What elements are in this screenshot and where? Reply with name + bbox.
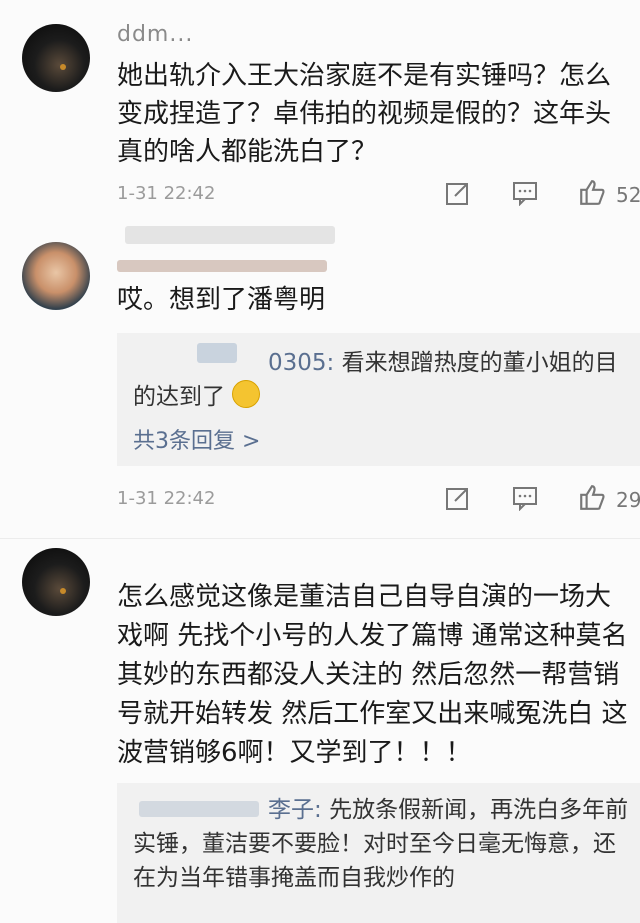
more-replies-link[interactable]: 共3条回复 > (133, 423, 260, 455)
reply-name[interactable]: 李子: (268, 797, 322, 823)
reply-text: 李子: 先放条假新闻，再洗白多年前实锤，董洁要不要脸！对时至今日毫无悔意，还在为… (133, 793, 632, 895)
reply-text: 0305: 看来想蹭热度的董小姐的目的达到了 (133, 346, 632, 414)
username[interactable]: ddm... (117, 22, 193, 47)
comment-time: 1-31 22:42 (117, 183, 216, 204)
reply-body: 看来想蹭热度的董小姐的目的达到了 (133, 350, 618, 410)
comment-1: ddm... 她出轨介入王大治家庭不是有实锤吗？怎么变成捏造了？卓伟拍的视频是假… (0, 0, 640, 225)
redacted-username (117, 260, 327, 272)
reply-name[interactable]: 0305: (268, 350, 334, 376)
avatar[interactable] (22, 548, 90, 616)
share-icon[interactable] (445, 485, 471, 511)
comment-time: 1-31 22:42 (117, 488, 216, 509)
comment-text: 怎么感觉这像是董洁自己自导自演的一场大戏啊 先找个小号的人发了篇博 通常这种莫名… (117, 582, 628, 768)
reply-box[interactable]: 李子: 先放条假新闻，再洗白多年前实锤，董洁要不要脸！对时至今日毫无悔意，还在为… (117, 783, 640, 923)
smile-emoji-icon (232, 380, 261, 408)
like-count: 52 (616, 183, 640, 207)
avatar[interactable] (22, 242, 90, 310)
comment-icon[interactable] (512, 180, 538, 206)
share-icon[interactable] (445, 180, 471, 206)
thumbs-up-icon[interactable] (578, 483, 606, 511)
divider (0, 538, 640, 539)
like-count: 29 (616, 488, 640, 512)
comment-text: 哎。想到了潘粤明 (117, 285, 326, 315)
reply-box[interactable]: 0305: 看来想蹭热度的董小姐的目的达到了 共3条回复 > (117, 333, 640, 466)
comment-text: 她出轨介入王大治家庭不是有实锤吗？怎么变成捏造了？卓伟拍的视频是假的？这年头真的… (117, 61, 612, 167)
comment-icon[interactable] (512, 485, 538, 511)
thumbs-up-icon[interactable] (578, 178, 606, 206)
avatar[interactable] (22, 24, 90, 92)
comment-2: 哎。想到了潘粤明 0305: 看来想蹭热度的董小姐的目的达到了 共3条回复 > … (0, 225, 640, 525)
reply-body: 先放条假新闻，再洗白多年前实锤，董洁要不要脸！对时至今日毫无悔意，还在为当年错事… (133, 797, 629, 891)
comment-3: 怎么感觉这像是董洁自己自导自演的一场大戏啊 先找个小号的人发了篇博 通常这种莫名… (0, 540, 640, 923)
